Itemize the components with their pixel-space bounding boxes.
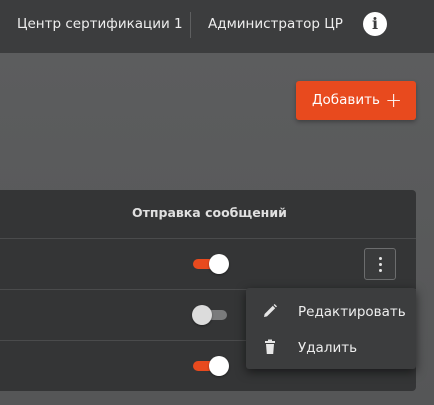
messaging-toggle[interactable] <box>193 254 229 274</box>
menu-item-label: Удалить <box>298 340 358 356</box>
info-icon[interactable]: i <box>363 12 387 36</box>
menu-item-delete[interactable]: Удалить <box>246 330 416 366</box>
more-vertical-icon-dot <box>379 269 382 272</box>
table-row <box>0 239 416 290</box>
table-header: Отправка сообщений <box>0 190 416 239</box>
more-vertical-icon-dot <box>379 263 382 266</box>
user-menu[interactable]: Администратор ЦР <box>208 16 343 32</box>
plus-icon: + <box>385 88 402 112</box>
toggle-knob <box>209 356 229 376</box>
messaging-toggle[interactable] <box>193 356 229 376</box>
header-divider <box>190 12 191 38</box>
add-button[interactable]: Добавить + <box>296 81 416 120</box>
row-actions-button[interactable] <box>364 248 396 280</box>
toggle-knob <box>209 254 229 274</box>
toggle-knob <box>192 305 212 325</box>
top-bar: Центр сертификации 1 Администратор ЦР i <box>0 0 434 53</box>
trash-icon <box>262 339 278 355</box>
messaging-toggle[interactable] <box>192 305 227 325</box>
row-actions-menu: Редактировать Удалить <box>246 288 416 369</box>
menu-item-label: Редактировать <box>298 304 406 320</box>
column-header-messaging[interactable]: Отправка сообщений <box>132 205 287 220</box>
add-button-label: Добавить <box>312 92 380 108</box>
more-vertical-icon <box>379 257 382 260</box>
organization-selector[interactable]: Центр сертификации 1 <box>17 16 183 32</box>
menu-item-edit[interactable]: Редактировать <box>246 294 416 330</box>
pencil-icon <box>262 303 278 319</box>
